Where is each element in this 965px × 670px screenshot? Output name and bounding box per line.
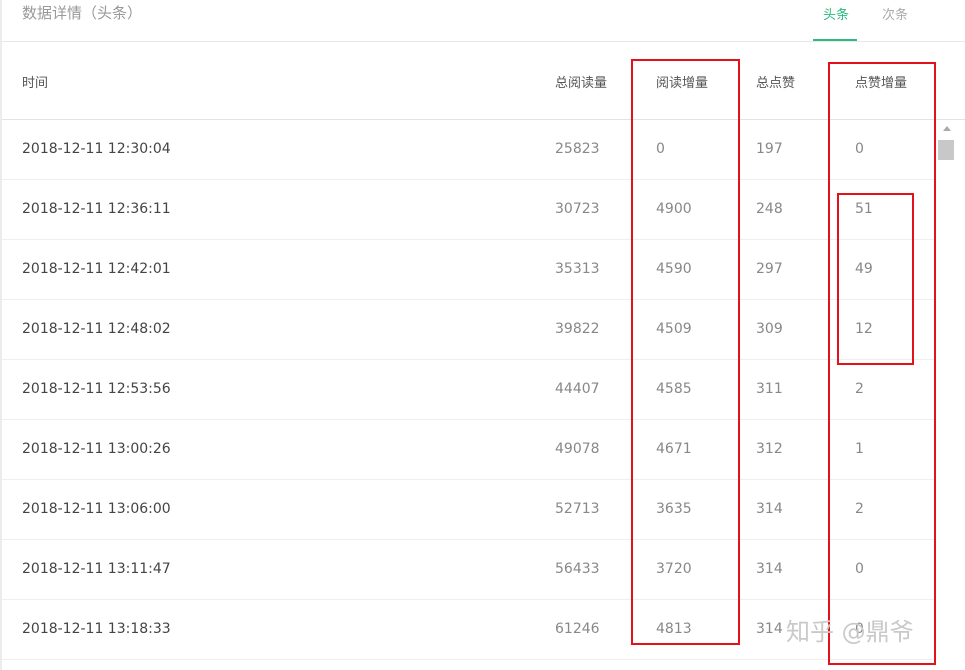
table-row: 2018-12-11 12:36:11 30723 4900 248 51 <box>2 180 935 240</box>
cell-total-likes: 312 <box>756 441 783 457</box>
cell-total-reads: 39822 <box>555 321 600 337</box>
active-tab-indicator <box>813 39 857 41</box>
vertical-scrollbar[interactable] <box>935 120 957 660</box>
column-header-time[interactable]: 时间 <box>22 72 48 91</box>
data-details-panel: 数据详情（头条） 头条 次条 时间 总阅读量 阅读增量 总点赞 点赞增量 201… <box>2 0 965 670</box>
cell-total-likes: 314 <box>756 561 783 577</box>
scroll-up-arrow-icon[interactable] <box>943 126 951 131</box>
tab-headline[interactable]: 头条 <box>823 4 849 23</box>
table-body: 2018-12-11 12:30:04 25823 0 197 0 2018-12-11 … <box>2 120 935 660</box>
cell-total-likes: 311 <box>756 381 783 397</box>
annotation-box-like-spike <box>837 193 914 365</box>
scrollbar-thumb[interactable] <box>938 140 954 160</box>
cell-total-reads: 61246 <box>555 621 600 637</box>
column-header-total-likes[interactable]: 总点赞 <box>756 72 795 91</box>
cell-total-reads: 49078 <box>555 441 600 457</box>
annotation-box-read-increment <box>631 59 740 645</box>
table-row: 2018-12-11 13:06:00 52713 3635 314 2 <box>2 480 935 540</box>
cell-total-reads: 35313 <box>555 261 600 277</box>
cell-total-likes: 314 <box>756 501 783 517</box>
cell-total-likes: 248 <box>756 201 783 217</box>
cell-total-reads: 44407 <box>555 381 600 397</box>
cell-time: 2018-12-11 13:06:00 <box>22 501 171 517</box>
cell-total-likes: 309 <box>756 321 783 337</box>
watermark: 知乎 @鼎爷 <box>786 618 914 646</box>
table-row: 2018-12-11 12:53:56 44407 4585 311 2 <box>2 360 935 420</box>
table-row: 2018-12-11 12:30:04 25823 0 197 0 <box>2 120 935 180</box>
cell-time: 2018-12-11 13:00:26 <box>22 441 171 457</box>
cell-time: 2018-12-11 13:18:33 <box>22 621 171 637</box>
cell-total-likes: 314 <box>756 621 783 637</box>
table-row: 2018-12-11 12:42:01 35313 4590 297 49 <box>2 240 935 300</box>
tab-secondary[interactable]: 次条 <box>882 4 908 23</box>
cell-total-reads: 30723 <box>555 201 600 217</box>
column-header-total-reads[interactable]: 总阅读量 <box>555 72 607 91</box>
cell-time: 2018-12-11 12:53:56 <box>22 381 171 397</box>
table-row: 2018-12-11 13:11:47 56433 3720 314 0 <box>2 540 935 600</box>
cell-time: 2018-12-11 13:11:47 <box>22 561 171 577</box>
cell-time: 2018-12-11 12:30:04 <box>22 141 171 157</box>
table-row: 2018-12-11 13:00:26 49078 4671 312 1 <box>2 420 935 480</box>
cell-total-likes: 197 <box>756 141 783 157</box>
table-header: 时间 总阅读量 阅读增量 总点赞 点赞增量 <box>2 42 965 120</box>
cell-total-reads: 52713 <box>555 501 600 517</box>
panel-header: 数据详情（头条） 头条 次条 <box>2 0 965 42</box>
page-title: 数据详情（头条） <box>22 4 143 22</box>
table-row: 2018-12-11 12:48:02 39822 4509 309 12 <box>2 300 935 360</box>
cell-total-likes: 297 <box>756 261 783 277</box>
cell-time: 2018-12-11 12:36:11 <box>22 201 171 217</box>
cell-total-reads: 25823 <box>555 141 600 157</box>
cell-time: 2018-12-11 12:48:02 <box>22 321 171 337</box>
cell-total-reads: 56433 <box>555 561 600 577</box>
cell-time: 2018-12-11 12:42:01 <box>22 261 171 277</box>
